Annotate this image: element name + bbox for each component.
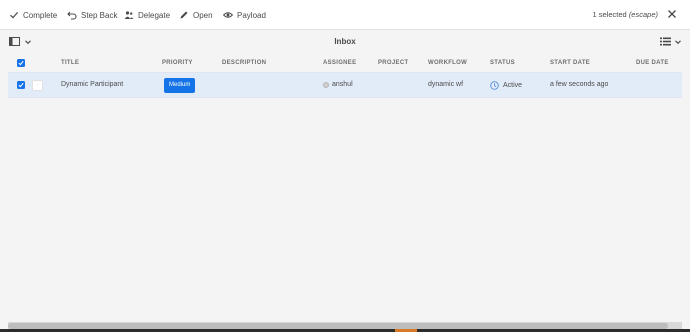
row-checkbox[interactable] (17, 81, 25, 89)
cell-assignee: anshul (323, 81, 353, 88)
edit-pencil-icon (180, 11, 188, 19)
column-project[interactable]: PROJECT (378, 60, 408, 66)
selection-count: 1 selected (escape) (593, 10, 658, 19)
row-thumbnail: · (32, 80, 43, 91)
list-view-icon (660, 37, 671, 46)
checkmark-icon (18, 60, 24, 66)
avatar (323, 81, 329, 88)
column-priority[interactable]: PRIORITY (162, 60, 193, 66)
column-status[interactable]: STATUS (490, 60, 515, 66)
status-label: Active (503, 82, 523, 89)
complete-button[interactable]: Complete (9, 8, 57, 22)
chevron-down-icon (675, 39, 681, 44)
step-back-icon (67, 11, 77, 20)
delegate-icon (124, 11, 134, 19)
checkmark-icon (10, 12, 19, 19)
cell-status: Active (490, 81, 522, 90)
column-assignee[interactable]: ASSIGNEE (323, 60, 356, 66)
cell-title[interactable]: Dynamic Participant (61, 81, 123, 88)
assignee-name: anshul (332, 81, 353, 88)
table-header: TITLE PRIORITY DESCRIPTION ASSIGNEE PROJ… (8, 54, 682, 72)
table-row[interactable]: · Dynamic Participant Medium anshul dyna… (8, 72, 682, 98)
column-title[interactable]: TITLE (61, 60, 79, 66)
payload-button[interactable]: Payload (223, 8, 266, 22)
delegate-label: Delegate (138, 10, 171, 20)
column-start-date[interactable]: START DATE (550, 60, 590, 66)
checkmark-icon (18, 82, 24, 88)
inbox-table: TITLE PRIORITY DESCRIPTION ASSIGNEE PROJ… (8, 54, 682, 98)
page-title: Inbox (334, 37, 356, 46)
column-description[interactable]: DESCRIPTION (222, 60, 266, 66)
view-switcher-button[interactable] (660, 37, 682, 46)
select-all-checkbox[interactable] (17, 59, 25, 67)
delegate-button[interactable]: Delegate (124, 8, 170, 22)
selected-text: 1 selected (592, 10, 627, 19)
column-workflow[interactable]: WORKFLOW (428, 60, 467, 66)
title-bar: Inbox (0, 31, 690, 52)
escape-hint: (escape) (628, 10, 658, 19)
complete-label: Complete (23, 10, 58, 20)
priority-badge: Medium (164, 78, 196, 93)
open-label: Open (193, 10, 213, 20)
payload-label: Payload (237, 10, 266, 20)
clock-icon (490, 81, 499, 90)
close-icon[interactable] (666, 8, 678, 20)
eye-icon (223, 12, 233, 18)
column-due-date[interactable]: DUE DATE (636, 60, 669, 66)
open-button[interactable]: Open (179, 8, 213, 22)
cell-workflow: dynamic wf (428, 81, 464, 88)
step-back-button[interactable]: Step Back (67, 8, 117, 22)
action-bar: Complete Step Back Delegate Open Payload… (0, 0, 690, 30)
step-back-label: Step Back (81, 10, 118, 20)
cell-start-date: a few seconds ago (550, 81, 609, 88)
